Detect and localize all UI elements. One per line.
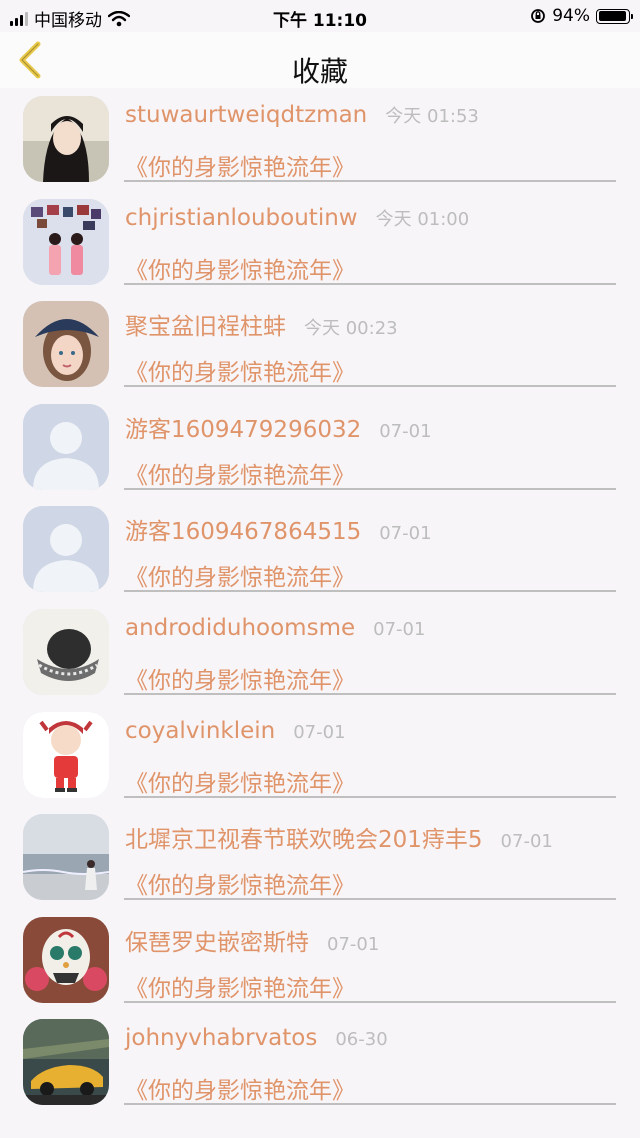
avatar[interactable] [23,96,109,182]
avatar[interactable] [23,506,109,593]
name-line: 游客1609479296032 07-01 [125,410,432,444]
user-name[interactable]: 保琶罗史嵌密斯特 [125,923,309,957]
user-name[interactable]: 游客1609479296032 [125,410,361,444]
name-line: androdiduhoomsme 07-01 [125,615,425,641]
timestamp: 06-30 [335,1029,388,1051]
list-item[interactable]: 游客1609479296032 07-01 《你的身影惊艳流年》 [0,396,640,499]
avatar-image [23,814,109,901]
avatar-image [23,608,109,695]
avatar-image [23,403,109,490]
divider [124,385,616,388]
divider [124,180,616,182]
divider [124,1000,616,1003]
name-line: 北墀京卫视春节联欢晚会201痔丰5 07-01 [125,820,553,854]
avatar[interactable] [23,301,109,388]
divider [124,1103,616,1106]
timestamp: 07-01 [373,618,426,640]
list-item[interactable]: 保琶罗史嵌密斯特 07-01 《你的身影惊艳流年》 [0,909,640,1012]
timestamp: 07-01 [379,420,432,442]
book-title[interactable]: 《你的身影惊艳流年》 [125,456,355,490]
user-name[interactable]: stuwaurtweiqdtzman [125,102,367,128]
orientation-lock-icon [531,9,546,23]
book-title[interactable]: 《你的身影惊艳流年》 [125,148,355,182]
user-name[interactable]: androdiduhoomsme [125,615,355,641]
divider [124,692,616,695]
avatar[interactable] [23,198,109,285]
book-title[interactable]: 《你的身影惊艳流年》 [125,661,355,695]
avatar-image [23,916,109,1003]
divider [124,898,616,901]
divider [124,487,616,490]
user-name[interactable]: johnyvhabrvatos [125,1025,317,1051]
book-title[interactable]: 《你的身影惊艳流年》 [125,866,355,900]
name-line: 游客1609467864515 07-01 [125,512,432,546]
divider [124,590,616,593]
name-line: 聚宝盆旧裎柱蚌 今天 00:23 [125,307,398,341]
battery-icon [596,8,633,24]
user-name[interactable]: 北墀京卫视春节联欢晚会201痔丰5 [125,820,483,854]
name-line: johnyvhabrvatos 06-30 [125,1025,388,1051]
book-title[interactable]: 《你的身影惊艳流年》 [125,969,355,1003]
list-item[interactable]: 北墀京卫视春节联欢晚会201痔丰5 07-01 《你的身影惊艳流年》 [0,806,640,909]
name-line: 保琶罗史嵌密斯特 07-01 [125,923,379,957]
timestamp: 今天 00:23 [304,318,398,340]
avatar-image [23,96,109,182]
name-line: coyalvinklein 07-01 [125,718,346,744]
avatar[interactable] [23,608,109,695]
divider [124,795,616,798]
name-line: stuwaurtweiqdtzman 今天 01:53 [125,102,479,128]
book-title[interactable]: 《你的身影惊艳流年》 [125,558,355,592]
avatar[interactable] [23,1019,109,1106]
timestamp: 07-01 [327,933,380,955]
status-bar: 中国移动 下午 11:10 94% [0,0,640,32]
list-item[interactable]: androdiduhoomsme 07-01 《你的身影惊艳流年》 [0,601,640,704]
list-item[interactable]: coyalvinklein 07-01 《你的身影惊艳流年》 [0,704,640,807]
avatar[interactable] [23,711,109,798]
avatar-image [23,301,109,388]
book-title[interactable]: 《你的身影惊艳流年》 [125,1071,355,1105]
list-item[interactable]: stuwaurtweiqdtzman 今天 01:53 《你的身影惊艳流年》 [0,88,640,191]
user-name[interactable]: 游客1609467864515 [125,512,361,546]
battery-percent: 94% [552,6,590,26]
avatar-image [23,506,109,593]
list-item[interactable]: johnyvhabrvatos 06-30 《你的身影惊艳流年》 [0,1011,640,1114]
list-item[interactable]: 游客1609467864515 07-01 《你的身影惊艳流年》 [0,498,640,601]
favorites-list: stuwaurtweiqdtzman 今天 01:53 《你的身影惊艳流年》 chjr… [0,88,640,1114]
nav-bar: 收藏 [0,32,640,88]
status-right: 94% [530,6,633,26]
list-item[interactable]: chjristianlouboutinw 今天 01:00 《你的身影惊艳流年》 [0,191,640,294]
avatar-image [23,711,109,798]
book-title[interactable]: 《你的身影惊艳流年》 [125,764,355,798]
avatar[interactable] [23,916,109,1003]
list-item[interactable]: 聚宝盆旧裎柱蚌 今天 00:23 《你的身影惊艳流年》 [0,293,640,396]
user-name[interactable]: 聚宝盆旧裎柱蚌 [125,307,286,341]
timestamp: 07-01 [293,721,346,743]
book-title[interactable]: 《你的身影惊艳流年》 [125,353,355,387]
avatar[interactable] [23,403,109,490]
avatar-image [23,198,109,285]
timestamp: 07-01 [379,523,432,545]
user-name[interactable]: coyalvinklein [125,718,275,744]
avatar[interactable] [23,814,109,901]
avatar-image [23,1019,109,1106]
timestamp: 07-01 [500,831,553,853]
timestamp: 今天 01:00 [375,208,470,230]
user-name[interactable]: chjristianlouboutinw [125,205,358,231]
name-line: chjristianlouboutinw 今天 01:00 [125,205,469,231]
timestamp: 今天 01:53 [385,106,479,127]
divider [124,282,616,285]
book-title[interactable]: 《你的身影惊艳流年》 [125,251,355,285]
page-title: 收藏 [291,55,348,88]
